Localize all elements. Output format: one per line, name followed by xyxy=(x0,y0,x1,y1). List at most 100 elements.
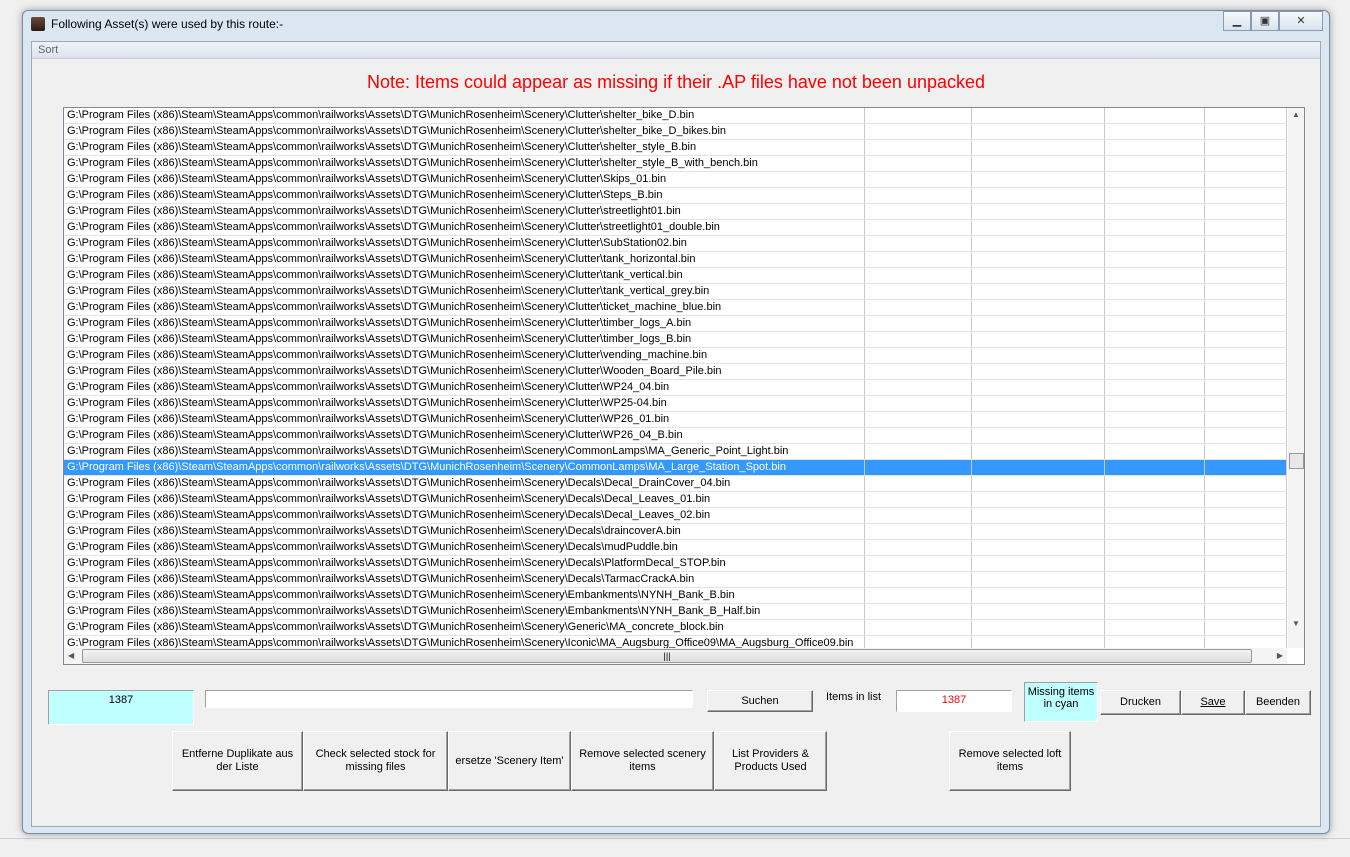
save-button[interactable]: Save xyxy=(1181,690,1245,715)
list-cell xyxy=(865,540,972,555)
note-text: Note: Items could appear as missing if t… xyxy=(366,72,986,92)
list-row[interactable]: G:\Program Files (x86)\Steam\SteamApps\c… xyxy=(64,284,1287,300)
menu-sort[interactable]: Sort xyxy=(38,44,58,56)
list-row[interactable]: G:\Program Files (x86)\Steam\SteamApps\c… xyxy=(64,508,1287,524)
exit-button[interactable]: Beenden xyxy=(1245,690,1311,715)
list-cell xyxy=(1105,140,1205,155)
scroll-left-icon[interactable]: ◀ xyxy=(68,651,74,660)
list-cell xyxy=(1205,636,1287,648)
maximize-button[interactable]: ▣ xyxy=(1251,11,1279,31)
vertical-scrollbar[interactable]: ▲ ▼ xyxy=(1288,108,1304,648)
list-row[interactable]: G:\Program Files (x86)\Steam\SteamApps\c… xyxy=(64,124,1287,140)
close-button[interactable]: ✕ xyxy=(1279,11,1323,31)
menu-bar: Sort xyxy=(32,42,1320,59)
list-row[interactable]: G:\Program Files (x86)\Steam\SteamApps\c… xyxy=(64,172,1287,188)
list-row[interactable]: G:\Program Files (x86)\Steam\SteamApps\c… xyxy=(64,188,1287,204)
search-button[interactable]: Suchen xyxy=(707,690,813,712)
list-cell xyxy=(865,588,972,603)
list-row[interactable]: G:\Program Files (x86)\Steam\SteamApps\c… xyxy=(64,444,1287,460)
list-row[interactable]: G:\Program Files (x86)\Steam\SteamApps\c… xyxy=(64,380,1287,396)
list-cell xyxy=(1105,156,1205,171)
list-cell xyxy=(1205,604,1287,619)
scroll-right-icon[interactable]: ▶ xyxy=(1277,651,1283,660)
list-row[interactable]: G:\Program Files (x86)\Steam\SteamApps\c… xyxy=(64,540,1287,556)
list-row[interactable]: G:\Program Files (x86)\Steam\SteamApps\c… xyxy=(64,460,1287,476)
list-cell xyxy=(1205,220,1287,235)
list-cell xyxy=(972,364,1105,379)
list-cell xyxy=(972,268,1105,283)
list-row[interactable]: G:\Program Files (x86)\Steam\SteamApps\c… xyxy=(64,604,1287,620)
minimize-button[interactable]: ▁ xyxy=(1223,11,1251,31)
list-row[interactable]: G:\Program Files (x86)\Steam\SteamApps\c… xyxy=(64,348,1287,364)
list-row[interactable]: G:\Program Files (x86)\Steam\SteamApps\c… xyxy=(64,316,1287,332)
scroll-thumb[interactable] xyxy=(1289,453,1304,469)
list-cell xyxy=(1105,268,1205,283)
list-row[interactable]: G:\Program Files (x86)\Steam\SteamApps\c… xyxy=(64,140,1287,156)
list-row[interactable]: G:\Program Files (x86)\Steam\SteamApps\c… xyxy=(64,524,1287,540)
remove-loft-button[interactable]: Remove selected loft items xyxy=(949,731,1071,791)
asset-path-cell: G:\Program Files (x86)\Steam\SteamApps\c… xyxy=(64,556,865,571)
list-row[interactable]: G:\Program Files (x86)\Steam\SteamApps\c… xyxy=(64,620,1287,636)
list-cell xyxy=(1105,492,1205,507)
horizontal-scrollbar[interactable]: ◀ ||| ▶ xyxy=(64,648,1287,664)
list-row[interactable]: G:\Program Files (x86)\Steam\SteamApps\c… xyxy=(64,492,1287,508)
list-cell xyxy=(1205,428,1287,443)
asset-path-cell: G:\Program Files (x86)\Steam\SteamApps\c… xyxy=(64,252,865,267)
check-stock-button[interactable]: Check selected stock for missing files xyxy=(303,731,448,791)
list-cell xyxy=(972,108,1105,123)
list-row[interactable]: G:\Program Files (x86)\Steam\SteamApps\c… xyxy=(64,108,1287,124)
list-cell xyxy=(972,572,1105,587)
list-row[interactable]: G:\Program Files (x86)\Steam\SteamApps\c… xyxy=(64,412,1287,428)
h-scroll-thumb[interactable]: ||| xyxy=(82,649,1252,663)
list-row[interactable]: G:\Program Files (x86)\Steam\SteamApps\c… xyxy=(64,556,1287,572)
list-row[interactable]: G:\Program Files (x86)\Steam\SteamApps\c… xyxy=(64,220,1287,236)
remove-duplicates-button[interactable]: Entferne Duplikate aus der Liste xyxy=(172,731,303,791)
print-button[interactable]: Drucken xyxy=(1100,690,1181,715)
list-row[interactable]: G:\Program Files (x86)\Steam\SteamApps\c… xyxy=(64,476,1287,492)
asset-path-cell: G:\Program Files (x86)\Steam\SteamApps\c… xyxy=(64,492,865,507)
list-row[interactable]: G:\Program Files (x86)\Steam\SteamApps\c… xyxy=(64,364,1287,380)
list-cell xyxy=(1205,268,1287,283)
search-input[interactable] xyxy=(205,690,693,708)
asset-path-cell: G:\Program Files (x86)\Steam\SteamApps\c… xyxy=(64,620,865,635)
list-providers-button[interactable]: List Providers & Products Used xyxy=(714,731,827,791)
list-row[interactable]: G:\Program Files (x86)\Steam\SteamApps\c… xyxy=(64,636,1287,648)
scroll-up-icon[interactable]: ▲ xyxy=(1292,110,1300,119)
list-cell xyxy=(865,220,972,235)
list-cell xyxy=(865,524,972,539)
list-cell xyxy=(972,524,1105,539)
list-row[interactable]: G:\Program Files (x86)\Steam\SteamApps\c… xyxy=(64,572,1287,588)
list-cell xyxy=(1205,188,1287,203)
list-row[interactable]: G:\Program Files (x86)\Steam\SteamApps\c… xyxy=(64,300,1287,316)
list-row[interactable]: G:\Program Files (x86)\Steam\SteamApps\c… xyxy=(64,588,1287,604)
list-row[interactable]: G:\Program Files (x86)\Steam\SteamApps\c… xyxy=(64,204,1287,220)
list-row[interactable]: G:\Program Files (x86)\Steam\SteamApps\c… xyxy=(64,268,1287,284)
list-cell xyxy=(1105,620,1205,635)
asset-path-cell: G:\Program Files (x86)\Steam\SteamApps\c… xyxy=(64,140,865,155)
list-cell xyxy=(972,284,1105,299)
list-row[interactable]: G:\Program Files (x86)\Steam\SteamApps\c… xyxy=(64,252,1287,268)
asset-path-cell: G:\Program Files (x86)\Steam\SteamApps\c… xyxy=(64,348,865,363)
list-row[interactable]: G:\Program Files (x86)\Steam\SteamApps\c… xyxy=(64,236,1287,252)
asset-list[interactable]: G:\Program Files (x86)\Steam\SteamApps\c… xyxy=(63,107,1305,665)
replace-scenery-button[interactable]: ersetze 'Scenery Item' xyxy=(448,731,571,791)
list-cell xyxy=(865,572,972,587)
remove-scenery-button[interactable]: Remove selected scenery items xyxy=(571,731,714,791)
missing-legend: Missing items in cyan xyxy=(1024,682,1098,722)
asset-path-cell: G:\Program Files (x86)\Steam\SteamApps\c… xyxy=(64,460,865,475)
list-cell xyxy=(1205,524,1287,539)
asset-path-cell: G:\Program Files (x86)\Steam\SteamApps\c… xyxy=(64,316,865,331)
list-cell xyxy=(972,348,1105,363)
list-cell xyxy=(1205,348,1287,363)
list-row[interactable]: G:\Program Files (x86)\Steam\SteamApps\c… xyxy=(64,332,1287,348)
list-cell xyxy=(865,364,972,379)
list-cell xyxy=(1105,316,1205,331)
list-cell xyxy=(1205,492,1287,507)
list-row[interactable]: G:\Program Files (x86)\Steam\SteamApps\c… xyxy=(64,396,1287,412)
asset-path-cell: G:\Program Files (x86)\Steam\SteamApps\c… xyxy=(64,108,865,123)
list-row[interactable]: G:\Program Files (x86)\Steam\SteamApps\c… xyxy=(64,428,1287,444)
scroll-down-icon[interactable]: ▼ xyxy=(1292,619,1300,628)
list-cell xyxy=(865,204,972,219)
list-cell xyxy=(1105,284,1205,299)
list-row[interactable]: G:\Program Files (x86)\Steam\SteamApps\c… xyxy=(64,156,1287,172)
